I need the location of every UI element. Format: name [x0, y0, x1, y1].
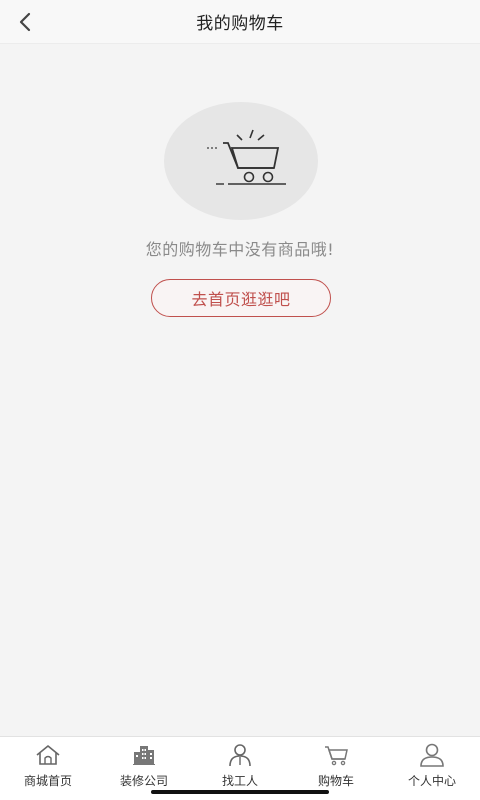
tab-personal-center[interactable]: 个人中心: [384, 737, 480, 800]
go-home-button[interactable]: 去首页逛逛吧: [151, 279, 331, 317]
empty-cart-illustration: [164, 102, 318, 220]
home-icon: [36, 745, 60, 765]
building-icon: [133, 746, 155, 765]
tab-label: 个人中心: [407, 774, 456, 788]
worker-icon: [229, 744, 251, 767]
tab-label: 商城首页: [23, 774, 72, 788]
cart-icon: [207, 129, 286, 185]
home-indicator: [151, 790, 329, 794]
user-icon: [420, 743, 444, 767]
tab-mall-home[interactable]: 商城首页: [0, 737, 96, 800]
top-nav-bar: 我的购物车: [0, 0, 480, 44]
empty-cart-message: 您的购物车中没有商品哦!: [145, 240, 335, 259]
tab-label: 购物车: [317, 774, 354, 788]
cart-icon: [325, 746, 348, 766]
tab-label: 装修公司: [119, 774, 168, 788]
chevron-left-icon: [19, 12, 31, 32]
back-button[interactable]: [8, 4, 44, 40]
page-title: 我的购物车: [196, 14, 284, 34]
tab-label: 找工人: [221, 774, 258, 788]
